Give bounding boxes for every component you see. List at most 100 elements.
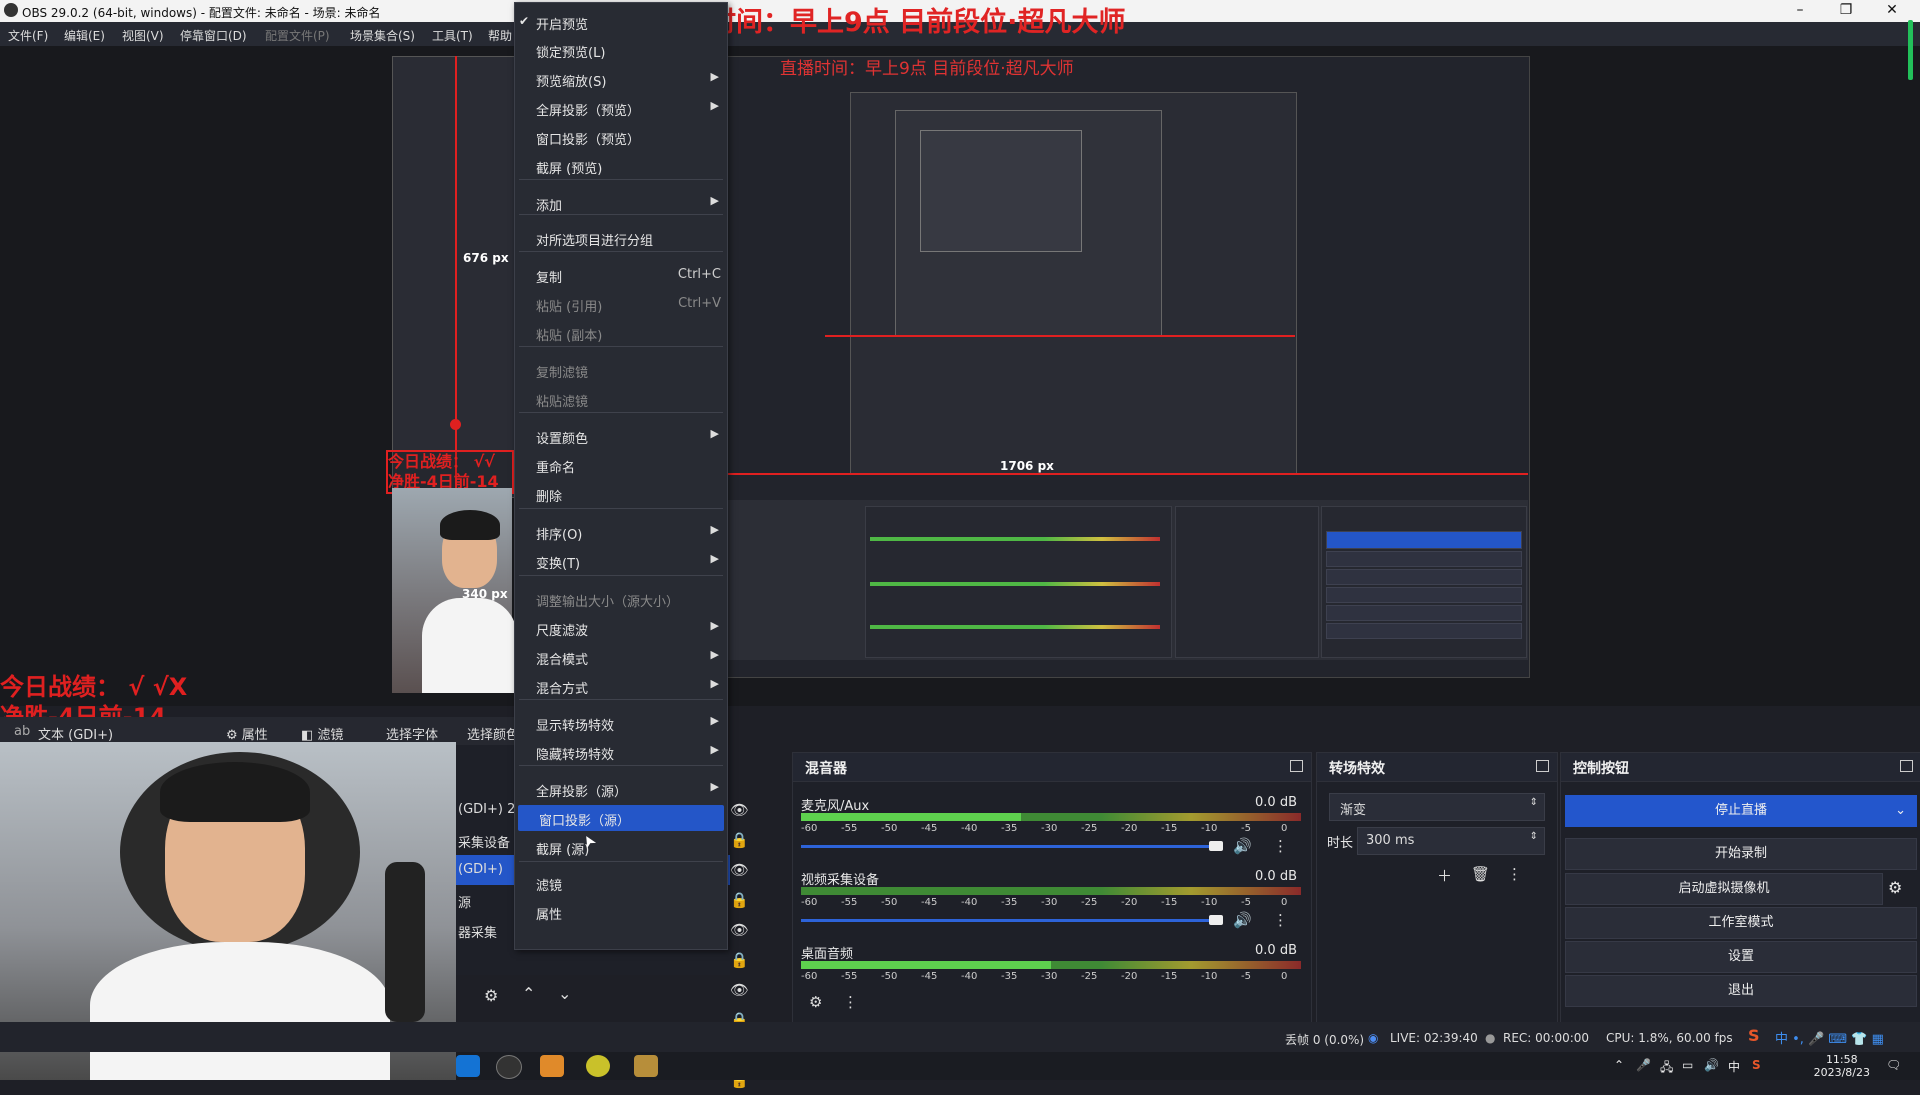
context-menu-item[interactable]: 截屏 (预览): [515, 153, 727, 179]
stop-stream-button[interactable]: 停止直播 ⌄: [1565, 795, 1917, 827]
context-menu-item[interactable]: 重命名: [515, 452, 727, 478]
start-virtual-camera-button[interactable]: 启动虚拟摄像机: [1565, 873, 1883, 905]
obs-taskbar-icon[interactable]: [496, 1055, 522, 1079]
edge-icon[interactable]: [456, 1055, 480, 1077]
game-taskbar-icon[interactable]: [586, 1055, 610, 1077]
volume-slider-video[interactable]: [801, 919, 1217, 922]
menu-scene-collection[interactable]: 场景集合(S): [350, 27, 415, 44]
submenu-arrow-icon: ▶: [710, 780, 719, 793]
context-menu-item[interactable]: 删除: [515, 481, 727, 507]
tray-network-icon[interactable]: 🖧: [1660, 1058, 1673, 1079]
context-menu-item[interactable]: 混合模式 ▶: [515, 644, 727, 670]
context-menu-item[interactable]: 隐藏转场特效 ▶: [515, 739, 727, 765]
duration-input[interactable]: 300 ms ⇕: [1357, 827, 1545, 855]
more-options-icon[interactable]: ⋮: [1273, 911, 1288, 929]
menu-help[interactable]: 帮助: [488, 27, 512, 44]
context-menu-item[interactable]: 添加 ▶: [515, 190, 727, 216]
context-menu-item[interactable]: 属性: [515, 899, 727, 925]
context-menu-item[interactable]: ✔ 开启预览: [515, 9, 727, 35]
tray-volume-icon[interactable]: 🔊: [1704, 1058, 1719, 1072]
ime-toolbar-icons[interactable]: 中 •, 🎤 ⌨ 👕 ▦: [1775, 1028, 1884, 1047]
context-menu-item[interactable]: 显示转场特效 ▶: [515, 710, 727, 736]
context-menu-item[interactable]: 复制 Ctrl+C: [515, 262, 727, 288]
eye-icon[interactable]: 👁 🔒: [730, 915, 770, 975]
context-menu-item[interactable]: 尺度滤波 ▶: [515, 615, 727, 641]
menu-file[interactable]: 文件(F): [8, 27, 48, 44]
context-menu-item[interactable]: 全屏投影（源） ▶: [515, 776, 727, 802]
meter-tick-label: 0: [1281, 823, 1288, 834]
menu-tools[interactable]: 工具(T): [432, 27, 473, 44]
context-menu-item[interactable]: 锁定预览(L): [515, 37, 727, 63]
undock-icon[interactable]: [1290, 760, 1303, 772]
small-stats-overlay[interactable]: 今日战绩： √√ 净胜-4日前-14: [386, 450, 514, 494]
tray-ime-indicator[interactable]: 中: [1728, 1058, 1740, 1075]
context-menu-item-label: 尺度滤波: [536, 624, 589, 639]
context-menu-item[interactable]: 变换(T) ▶: [515, 548, 727, 574]
select-color-button[interactable]: 选择颜色: [467, 724, 519, 743]
menu-edit[interactable]: 编辑(E): [64, 27, 105, 44]
menu-view[interactable]: 视图(V): [122, 27, 164, 44]
context-menu-item[interactable]: 混合方式 ▶: [515, 673, 727, 699]
tray-sogou-icon[interactable]: S: [1752, 1058, 1761, 1072]
mixer-menu-icon[interactable]: ⋮: [843, 993, 858, 1011]
measure-line-vertical: [455, 56, 457, 496]
more-options-icon[interactable]: ⋮: [1273, 837, 1288, 855]
tray-display-icon[interactable]: ▭: [1682, 1058, 1693, 1072]
speaker-icon[interactable]: 🔊: [1233, 911, 1252, 929]
exit-button[interactable]: 退出: [1565, 975, 1917, 1007]
context-menu-item[interactable]: 滤镜: [515, 870, 727, 896]
sogou-ime-icon[interactable]: S: [1748, 1026, 1760, 1045]
close-button[interactable]: ✕: [1872, 2, 1912, 18]
context-menu-item[interactable]: 对所选项目进行分组: [515, 225, 727, 251]
menu-profile[interactable]: 配置文件(P): [265, 27, 330, 44]
context-menu-item[interactable]: 设置颜色 ▶: [515, 423, 727, 449]
maximize-button[interactable]: ❐: [1826, 2, 1866, 18]
chevron-down-icon[interactable]: ⌄: [1895, 796, 1906, 826]
notification-icon[interactable]: 🗨: [1886, 1058, 1901, 1072]
game2-taskbar-icon[interactable]: [634, 1055, 658, 1077]
nested-obs-window-left: [392, 56, 516, 498]
mixer-settings-icon[interactable]: ⚙: [809, 993, 822, 1011]
menu-separator: [519, 346, 723, 347]
eye-icon[interactable]: 👁 🔒: [730, 855, 770, 915]
start-record-button[interactable]: 开始录制: [1565, 838, 1917, 870]
taskbar-clock[interactable]: 11:58 2023/8/23: [1814, 1053, 1870, 1079]
tray-chevron-icon[interactable]: ⌃: [1614, 1058, 1624, 1072]
meter-tick-label: -5: [1241, 823, 1251, 834]
scrollbar-indicator[interactable]: [1908, 20, 1913, 80]
context-menu-item[interactable]: 预览缩放(S) ▶: [515, 66, 727, 92]
speaker-icon[interactable]: 🔊: [1233, 837, 1252, 855]
gear-icon[interactable]: ⚙: [1888, 878, 1902, 897]
eye-icon[interactable]: 👁 🔒: [730, 795, 770, 855]
add-transition-icon[interactable]: ＋: [1437, 865, 1452, 886]
properties-button[interactable]: ⚙ 属性: [226, 724, 268, 743]
delete-transition-icon[interactable]: 🗑: [1471, 865, 1490, 883]
volume-slider-mic[interactable]: [801, 845, 1217, 848]
tray-mic-icon[interactable]: 🎤: [1636, 1058, 1651, 1072]
context-menu-item[interactable]: 截屏 (源): [515, 834, 727, 860]
undock-icon[interactable]: [1900, 760, 1913, 772]
undock-icon[interactable]: [1536, 760, 1549, 772]
context-menu-item[interactable]: 排序(O) ▶: [515, 519, 727, 545]
move-down-icon[interactable]: ⌄: [558, 984, 571, 1003]
transition-select[interactable]: 渐变 ⇕: [1329, 793, 1545, 821]
transform-handle[interactable]: [450, 419, 461, 430]
volume-knob[interactable]: [1209, 915, 1223, 925]
filters-button[interactable]: ◧ 滤镜: [301, 724, 343, 743]
move-up-icon[interactable]: ⌃: [522, 984, 535, 1003]
context-menu-item: 粘贴 (引用) Ctrl+V: [515, 291, 727, 317]
minimize-button[interactable]: –: [1780, 2, 1820, 18]
source-settings-icon[interactable]: ⚙: [484, 986, 498, 1005]
transition-menu-icon[interactable]: ⋮: [1507, 865, 1522, 883]
context-menu-item[interactable]: 全屏投影（预览） ▶: [515, 95, 727, 121]
volume-knob[interactable]: [1209, 841, 1223, 851]
context-menu-item[interactable]: 窗口投影（源）: [518, 805, 724, 831]
context-menu-item-label: 复制: [536, 271, 563, 286]
studio-mode-button[interactable]: 工作室模式: [1565, 907, 1917, 939]
app-taskbar-icon[interactable]: [540, 1055, 564, 1077]
menu-docks[interactable]: 停靠窗口(D): [180, 27, 247, 44]
context-menu-item[interactable]: 窗口投影（预览）: [515, 124, 727, 150]
rec-indicator-icon: ●: [1485, 1031, 1496, 1045]
settings-button[interactable]: 设置: [1565, 941, 1917, 973]
select-font-button[interactable]: 选择字体: [386, 724, 438, 743]
